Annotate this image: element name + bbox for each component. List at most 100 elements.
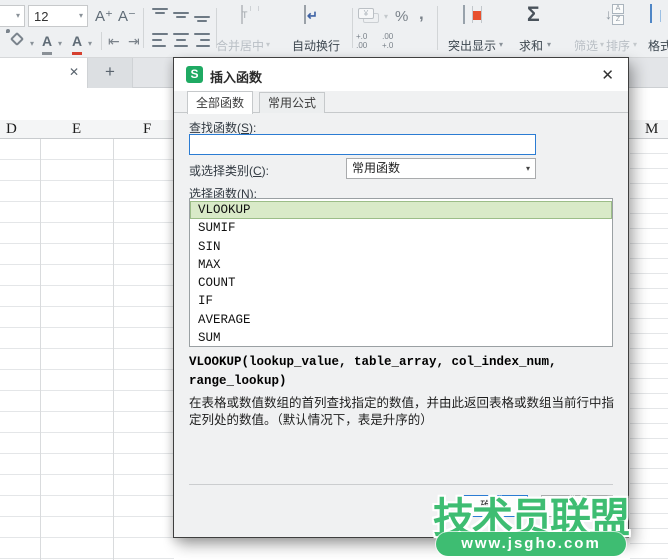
align-top-icon bbox=[152, 8, 168, 22]
search-function-input[interactable] bbox=[189, 134, 536, 155]
decrease-indent-button[interactable]: ⇤ bbox=[108, 33, 120, 50]
active-document-tab[interactable]: ✕ bbox=[0, 58, 88, 88]
highlight-color-button[interactable]: A bbox=[72, 33, 82, 55]
list-item-vlookup[interactable]: VLOOKUP bbox=[190, 201, 612, 219]
percent-icon: % bbox=[395, 8, 408, 25]
chevron-down-icon[interactable]: ▾ bbox=[30, 40, 34, 48]
category-dropdown-value: 常用函数 bbox=[352, 161, 400, 175]
increase-indent-icon: ⇥ bbox=[128, 33, 140, 49]
comma-format-button[interactable]: , bbox=[419, 4, 424, 24]
toolbar-divider bbox=[143, 8, 144, 48]
autosum-button[interactable]: Σ bbox=[527, 4, 540, 26]
chevron-down-icon: ▾ bbox=[75, 12, 87, 20]
align-left-icon bbox=[152, 33, 168, 47]
dialog-title: 插入函数 bbox=[210, 67, 262, 86]
font-name-combo[interactable]: ▾ bbox=[0, 5, 25, 27]
highlight-cells-label: 突出显示 bbox=[448, 37, 496, 54]
toolbar-divider bbox=[101, 32, 102, 50]
increase-font-size-button[interactable]: A⁺ bbox=[95, 7, 113, 25]
watermark-site-url: www.jsgho.com bbox=[436, 532, 626, 556]
column-header-e[interactable]: E bbox=[72, 121, 81, 138]
font-size-combo[interactable]: 12▾ bbox=[28, 5, 88, 27]
highlight-cells-button[interactable] bbox=[463, 6, 465, 24]
align-middle-button[interactable] bbox=[173, 8, 189, 22]
chevron-down-icon: ▾ bbox=[12, 12, 24, 20]
highlight-cells-icon bbox=[463, 5, 465, 24]
wrap-text-button[interactable]: ↵ bbox=[304, 6, 306, 24]
align-right-button[interactable] bbox=[194, 33, 210, 47]
align-left-button[interactable] bbox=[152, 33, 168, 47]
filter-label: 筛选 bbox=[574, 37, 598, 54]
toolbar-group-divider bbox=[437, 6, 438, 50]
font-color-icon: A bbox=[42, 33, 52, 55]
column-header-d[interactable]: D bbox=[6, 121, 17, 138]
sort-label: 排序 bbox=[606, 37, 630, 54]
font-color-button[interactable]: A bbox=[42, 33, 52, 55]
align-bottom-icon bbox=[194, 8, 210, 22]
new-tab-button[interactable]: + bbox=[88, 58, 133, 88]
wps-spreadsheet-logo-icon: S bbox=[186, 66, 203, 83]
grid-vertical-line bbox=[40, 120, 41, 560]
chevron-down-icon: ▾ bbox=[266, 41, 270, 49]
decrease-font-size-button[interactable]: A⁻ bbox=[118, 7, 136, 25]
align-middle-icon bbox=[173, 8, 189, 22]
increase-indent-button[interactable]: ⇥ bbox=[128, 33, 140, 50]
align-center-button[interactable] bbox=[173, 33, 189, 47]
chevron-down-icon: ▾ bbox=[600, 41, 604, 49]
format-table-icon bbox=[650, 4, 652, 23]
wrap-text-icon: ↵ bbox=[304, 5, 306, 24]
close-tab-icon[interactable]: ✕ bbox=[69, 65, 79, 79]
decrease-decimal-button[interactable]: .00 +.0 bbox=[382, 32, 393, 50]
list-item-if[interactable]: IF bbox=[190, 292, 612, 310]
ribbon-toolbar: ▾ 12▾ A⁺ A⁻ ▾ A ▾ A ▾ ⇤ ⇥ T 合并居中 ▾ ↵ 自动换… bbox=[0, 0, 668, 58]
column-header-m[interactable]: M bbox=[645, 121, 658, 138]
list-item-average[interactable]: AVERAGE bbox=[190, 311, 612, 329]
merge-center-icon: T bbox=[241, 5, 243, 24]
font-decrease-icon: A⁻ bbox=[118, 8, 136, 25]
merge-center-button[interactable]: T bbox=[241, 6, 243, 24]
chevron-down-icon: ▾ bbox=[526, 165, 530, 173]
list-item-sin[interactable]: SIN bbox=[190, 238, 612, 256]
align-right-icon bbox=[194, 33, 210, 47]
dialog-close-icon[interactable]: ✕ bbox=[601, 66, 614, 84]
sigma-icon: Σ bbox=[527, 3, 540, 26]
dialog-tab-strip: 全部函数 常用公式 bbox=[174, 91, 628, 113]
chevron-down-icon[interactable]: ▾ bbox=[88, 40, 92, 48]
function-signature: VLOOKUP(lookup_value, table_array, col_i… bbox=[189, 353, 615, 391]
spreadsheet-grid-left[interactable] bbox=[0, 139, 174, 560]
category-dropdown[interactable]: 常用函数 ▾ bbox=[346, 158, 536, 179]
spreadsheet-grid-right[interactable] bbox=[630, 139, 668, 560]
decrease-indent-icon: ⇤ bbox=[108, 33, 120, 49]
tab-common-formulas[interactable]: 常用公式 bbox=[259, 92, 325, 113]
autosum-label: 求和 bbox=[519, 37, 543, 54]
format-label: 格式 bbox=[648, 37, 668, 54]
align-center-icon bbox=[173, 33, 189, 47]
list-item-max[interactable]: MAX bbox=[190, 256, 612, 274]
percent-format-button[interactable]: % bbox=[395, 8, 408, 25]
plus-icon: + bbox=[105, 62, 115, 81]
format-table-button[interactable] bbox=[650, 5, 652, 23]
merge-center-label: 合并居中 bbox=[216, 37, 264, 54]
tab-all-functions[interactable]: 全部函数 bbox=[187, 91, 253, 114]
insert-function-dialog: S 插入函数 ✕ 全部函数 常用公式 查找函数(S): 或选择类别(C): 常用… bbox=[173, 57, 629, 538]
increase-decimal-button[interactable]: +.0 .00 bbox=[356, 32, 367, 50]
align-top-button[interactable] bbox=[152, 8, 168, 22]
chevron-down-icon[interactable]: ▾ bbox=[58, 40, 62, 48]
function-listbox: VLOOKUP SUMIF SIN MAX COUNT IF AVERAGE S… bbox=[189, 198, 613, 347]
list-item-sum[interactable]: SUM bbox=[190, 329, 612, 347]
category-label: 或选择类别(C): bbox=[189, 162, 269, 179]
list-item-count[interactable]: COUNT bbox=[190, 274, 612, 292]
comma-icon: , bbox=[419, 4, 424, 23]
toolbar-divider bbox=[352, 8, 353, 48]
function-description: 在表格或数值数组的首列查找指定的数值，并由此返回表格或数组当前行中指定列处的数值… bbox=[189, 395, 615, 429]
chevron-down-icon: ▾ bbox=[633, 41, 637, 49]
app-window: ▾ 12▾ A⁺ A⁻ ▾ A ▾ A ▾ ⇤ ⇥ T 合并居中 ▾ ↵ 自动换… bbox=[0, 0, 668, 560]
list-item-sumif[interactable]: SUMIF bbox=[190, 219, 612, 237]
font-increase-icon: A⁺ bbox=[95, 8, 113, 25]
chevron-down-icon[interactable]: ▾ bbox=[499, 41, 503, 49]
align-bottom-button[interactable] bbox=[194, 8, 210, 22]
column-header-f[interactable]: F bbox=[143, 121, 151, 138]
chevron-down-icon[interactable]: ▾ bbox=[547, 41, 551, 49]
wrap-text-label: 自动换行 bbox=[292, 37, 340, 54]
dialog-title-bar: S 插入函数 ✕ bbox=[174, 58, 628, 91]
